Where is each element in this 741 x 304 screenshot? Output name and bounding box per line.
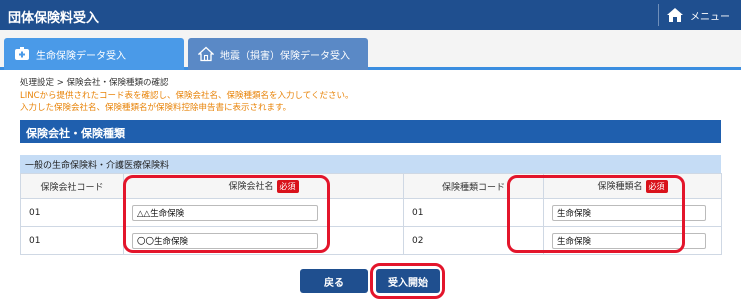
tab-label: 生命保険データ受入 [36,50,126,62]
tab-life-insurance[interactable]: 生命保険データ受入 [4,38,184,70]
company-code-cell: 01 [20,226,124,255]
col-header-label: 保険会社名 [228,182,274,192]
tab-label: 地震（損害）保険データ受入 [220,50,350,62]
type-name-input[interactable] [552,232,706,249]
tab-bar: 生命保険データ受入 地震（損害）保険データ受入 [0,30,741,70]
type-name-cell [543,198,722,227]
required-badge: 必須 [645,180,668,193]
menu-label: メニュー [690,11,730,23]
medical-cross-icon [15,47,29,60]
app-title: 団体保険料受入 [8,11,100,26]
back-button[interactable]: 戻る [300,269,368,293]
notice-line: LINCから提供されたコード表を確認し、保険会社名、保険種類名を入力してください… [20,91,354,101]
breadcrumb: 処理設定 > 保険会社・保険種類の確認 [20,78,169,88]
table-row: 01 01 [20,198,722,227]
home-icon [667,8,683,22]
required-badge: 必須 [276,180,299,193]
section-title: 保険会社・保険種類 [20,120,721,143]
type-code-cell: 01 [403,198,544,227]
title-divider [658,4,659,26]
col-header-company-code: 保険会社コード [20,173,124,199]
col-header-label: 保険種類名 [597,182,643,192]
company-code-cell: 01 [20,198,124,227]
type-name-cell [543,226,722,255]
notice-line: 入力した保険会社名、保険種類名が保険料控除申告書に表示されます。 [20,103,292,113]
menu-button[interactable]: メニュー [666,6,730,24]
insurance-table: 保険会社コード 保険会社名必須 保険種類コード 保険種類名必須 01 01 01 [20,173,722,255]
house-icon [198,46,214,62]
title-bar: 団体保険料受入 メニュー [0,0,741,30]
start-import-button[interactable]: 受入開始 [376,269,440,293]
col-header-company-name: 保険会社名 必須 [123,173,404,199]
company-name-input[interactable] [132,232,318,249]
col-header-type-code: 保険種類コード [403,173,544,199]
type-name-input[interactable] [552,204,706,221]
table-row: 01 02 [20,226,722,255]
subsection-title: 一般の生命保険料・介護医療保険料 [20,155,721,173]
company-name-input[interactable] [132,204,318,221]
type-code-cell: 02 [403,226,544,255]
tab-earthquake-insurance[interactable]: 地震（損害）保険データ受入 [188,38,368,70]
col-header-type-name: 保険種類名 必須 [543,173,722,199]
company-name-cell [123,198,404,227]
table-header-row: 保険会社コード 保険会社名 必須 保険種類コード 保険種類名 必須 [20,173,722,199]
company-name-cell [123,226,404,255]
